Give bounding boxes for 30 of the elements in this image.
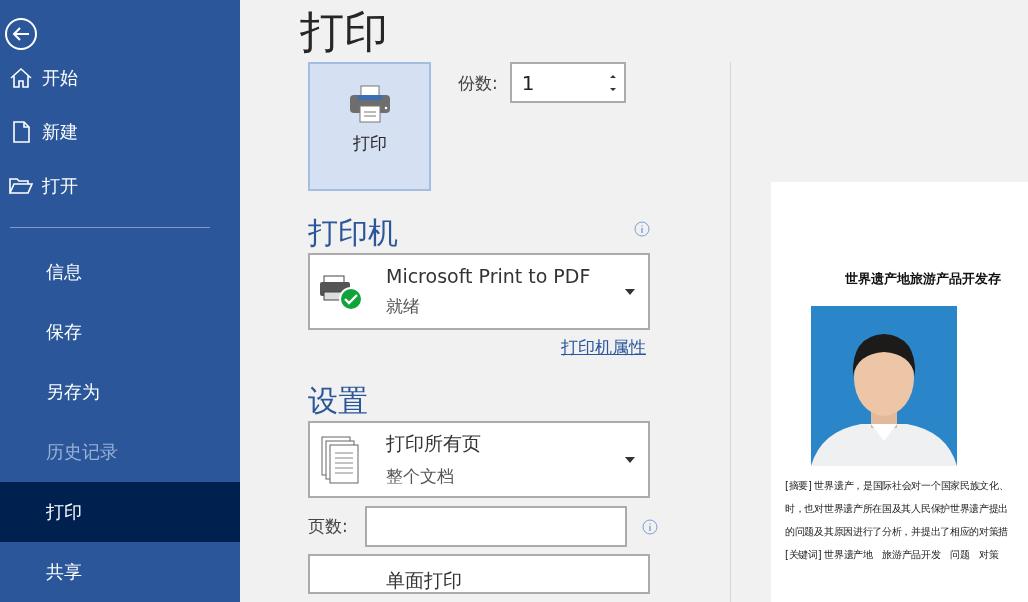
printer-dropdown[interactable]: Microsoft Print to PDF 就绪 — [308, 253, 650, 330]
caret-icon — [624, 455, 636, 464]
copies-label: 份数: — [458, 72, 498, 95]
option-title: 打印所有页 — [386, 431, 482, 456]
document-text-line: [摘要] 世界遗产，是国际社会对一个国家民族文化、 — [785, 479, 1010, 493]
info-icon[interactable] — [642, 518, 658, 535]
printer-status: 就绪 — [386, 295, 421, 318]
document-title: 世界遗产地旅游产品开发存 — [845, 270, 1002, 288]
caret-icon — [624, 287, 636, 296]
printer-properties-link[interactable]: 打印机属性 — [561, 336, 646, 359]
page-title: 打印 — [299, 5, 389, 59]
print-button[interactable]: 打印 — [308, 62, 431, 191]
sides-dropdown[interactable]: 单面打印 — [308, 554, 650, 594]
printer-heading: 打印机 — [308, 214, 398, 252]
document-text-line: 的问题及其原因进行了分析，并提出了相应的对策措 — [785, 525, 1010, 539]
printer-name: Microsoft Print to PDF — [386, 265, 592, 287]
option-title: 单面打印 — [386, 568, 462, 593]
info-icon[interactable] — [634, 221, 650, 237]
settings-heading: 设置 — [308, 382, 368, 420]
print-range-dropdown[interactable]: 打印所有页 整个文档 — [308, 421, 650, 498]
pages-label: 页数: — [308, 515, 349, 538]
document-text-line: 时，也对世界遗产所在国及其人民保护世界遗产提出 — [785, 502, 1010, 516]
printer-icon — [347, 84, 392, 124]
home-icon — [8, 65, 34, 91]
option-subtitle: 整个文档 — [386, 465, 455, 488]
menu-item[interactable]: 打印 — [0, 482, 240, 542]
copies-spinbox[interactable]: 1 — [509, 62, 626, 103]
back-button[interactable] — [4, 17, 38, 51]
pages-field[interactable] — [365, 506, 627, 547]
document-text-line: [关键词] 世界遗产地 旅游产品开发 问题 对策 — [785, 548, 1000, 562]
